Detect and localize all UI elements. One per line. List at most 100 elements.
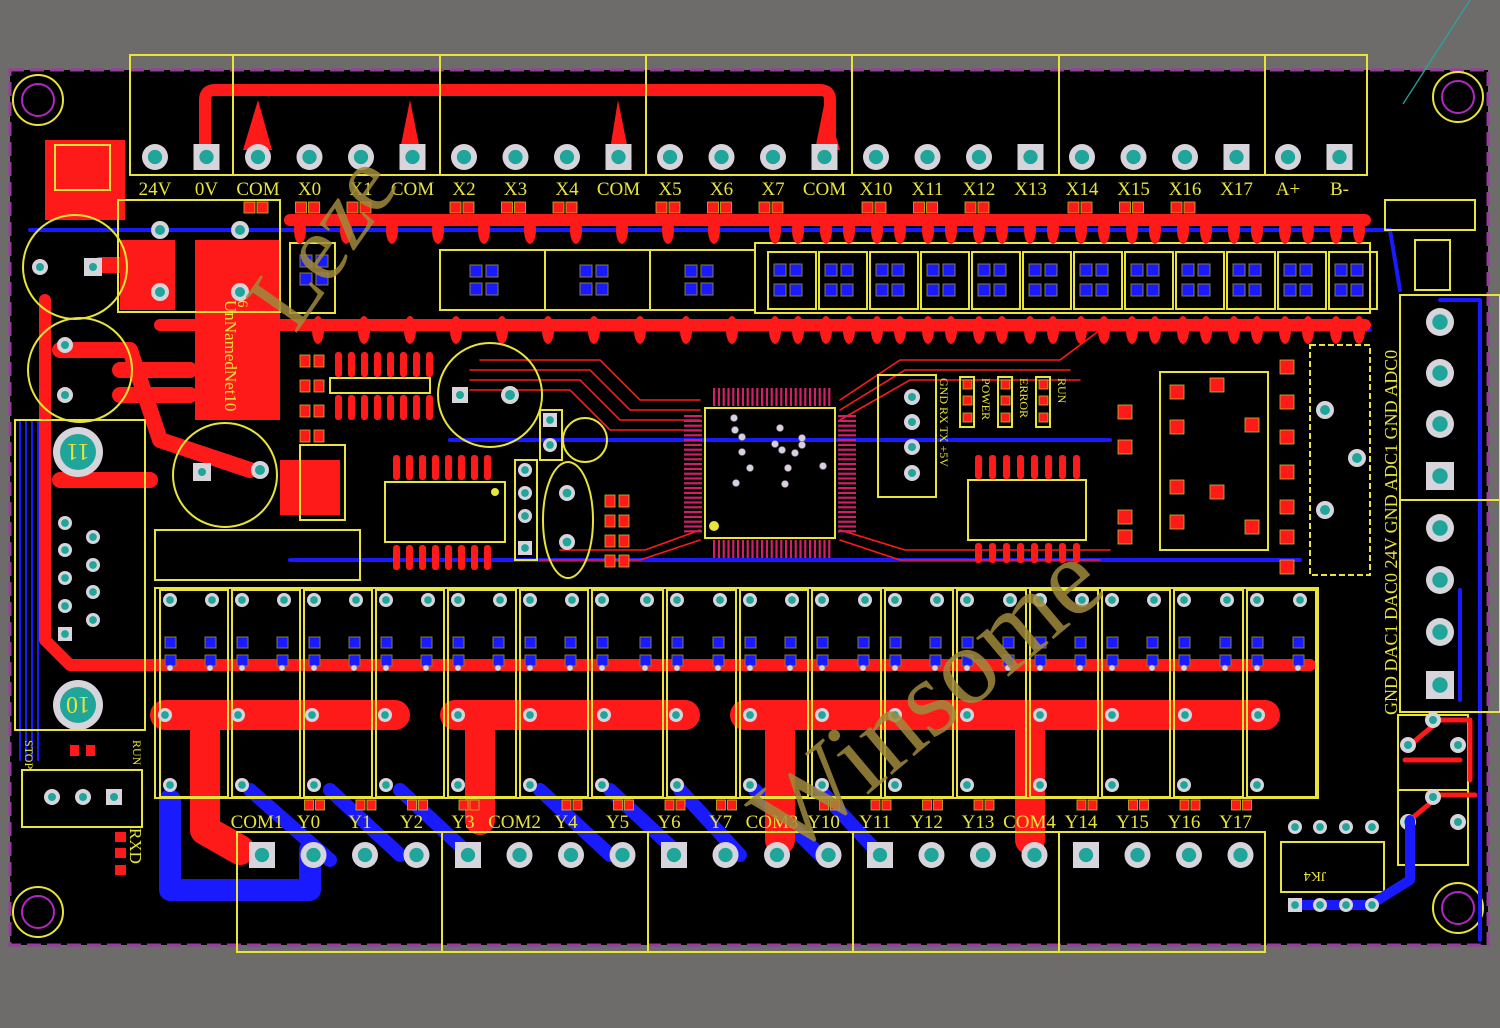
terminal-pad-icon <box>1017 144 1044 170</box>
db9-pin-icon <box>86 585 100 599</box>
top-terminal-label: X4 <box>555 179 579 200</box>
via-pad-icon <box>44 789 60 805</box>
jk4-pin-icon <box>1365 820 1379 834</box>
bottom-terminal-label: Y0 <box>297 812 320 833</box>
pot-pin-icon <box>1348 449 1366 467</box>
relay-pin-icon <box>379 593 393 607</box>
bottom-terminal-label: COM2 <box>488 812 541 833</box>
terminal-pad-icon <box>1426 671 1454 699</box>
via-pad-icon <box>1425 712 1441 728</box>
terminal-pad-icon <box>1426 618 1454 646</box>
relay-pin-icon <box>307 593 321 607</box>
terminal-pad-icon <box>1124 842 1151 868</box>
relay-com-pin-icon <box>1033 708 1047 722</box>
relay-com-pin-icon <box>305 708 319 722</box>
relay-pin-icon <box>523 593 537 607</box>
relay-pin-icon <box>1293 593 1307 607</box>
relay-com-pin-icon <box>231 708 245 722</box>
jk4-label: JK4 <box>1304 868 1327 883</box>
top-terminal-label: X17 <box>1220 179 1253 200</box>
terminal-pad-icon <box>399 144 426 170</box>
jk4-pin-icon <box>1288 820 1302 834</box>
db9-pin-icon <box>86 613 100 627</box>
top-terminal-label: A+ <box>1276 179 1300 200</box>
top-terminal-label: 0V <box>195 179 219 200</box>
pcb-canvas[interactable]: 24V 0V COM X0 X1 COM X2 X3 X4 COM X5 X6 X7 COM X10 X11 X… <box>0 0 1500 1028</box>
relay-com-pin-icon <box>451 708 465 722</box>
db9-mount-bottom: 10 <box>53 680 103 730</box>
header-pin-icon <box>518 541 532 555</box>
terminal-pad-icon <box>708 144 735 170</box>
top-terminal-label: COM <box>803 179 846 200</box>
serial-header-label: GND RX TX +5V <box>937 378 951 467</box>
terminal-pad-icon <box>609 842 636 868</box>
relay-pin-icon <box>235 778 249 792</box>
right-connector-label: GND DAC1 DAC0 24V GND ADC1 GND ADC0 <box>1381 350 1401 715</box>
relay-pin-icon <box>163 778 177 792</box>
via-pad-icon <box>151 221 169 239</box>
terminal-pad-icon <box>142 144 168 170</box>
bottom-terminal-label: Y7 <box>709 812 732 833</box>
terminal-pad-icon <box>193 144 220 170</box>
terminal-pad-icon <box>249 842 275 868</box>
relay-pin-icon <box>277 593 291 607</box>
relay-pin-icon <box>1250 778 1264 792</box>
via-pad-icon <box>57 337 73 353</box>
terminal-pad-icon <box>1227 842 1254 868</box>
via-pad-icon <box>75 789 91 805</box>
relay-pin-icon <box>595 778 609 792</box>
status-led-label: ERROR <box>1017 378 1031 418</box>
via-pad-icon <box>501 386 519 404</box>
via-pad-icon <box>151 283 169 301</box>
relay-pin-icon <box>421 593 435 607</box>
terminal-pad-icon <box>1223 144 1250 170</box>
relay-pin-icon <box>1147 593 1161 607</box>
pot-pin-icon <box>1316 401 1334 419</box>
header-pin-icon <box>543 413 557 427</box>
top-terminal-label: X6 <box>710 179 733 200</box>
terminal-pad-icon <box>760 144 786 170</box>
terminal-pad-icon <box>1426 359 1454 387</box>
via-pad-icon <box>1425 789 1441 805</box>
relay-com-pin-icon <box>523 708 537 722</box>
relay-pin-icon <box>640 593 654 607</box>
relay-pin-icon <box>815 593 829 607</box>
terminal-pad-icon <box>1426 410 1454 438</box>
terminal-pad-icon <box>1275 144 1301 170</box>
relay-pin-icon <box>235 593 249 607</box>
relay-pin-icon <box>1220 593 1234 607</box>
terminal-pad-icon <box>506 842 533 868</box>
top-terminal-label: X3 <box>504 179 527 200</box>
db9-pin-icon <box>86 530 100 544</box>
top-terminal-label: X2 <box>452 179 475 200</box>
terminal-pad-icon <box>867 842 893 868</box>
relay-com-pin-icon <box>743 708 757 722</box>
bottom-terminal-label: Y1 <box>348 812 371 833</box>
terminal-pad-icon <box>1176 842 1202 868</box>
via-pad-icon <box>904 439 920 455</box>
terminal-pad-icon <box>455 842 481 868</box>
relay-pin-icon <box>379 778 393 792</box>
db9-pin-icon <box>58 516 72 530</box>
top-terminal-label: X10 <box>860 179 893 200</box>
relay-pin-icon <box>1033 778 1047 792</box>
terminal-pad-icon <box>352 842 378 868</box>
jk4-pin-icon <box>1313 820 1327 834</box>
db9-pin-icon <box>58 571 72 585</box>
relay-pin-icon <box>858 593 872 607</box>
relay-pin-icon <box>595 593 609 607</box>
terminal-pad-icon <box>1326 144 1353 170</box>
terminal-pad-icon <box>712 842 739 868</box>
terminal-pad-icon <box>863 144 889 170</box>
terminal-pad-icon <box>403 842 430 868</box>
top-terminal-label: X11 <box>911 179 943 200</box>
bottom-terminal-label: Y4 <box>554 812 578 833</box>
header-pin-icon <box>518 509 532 523</box>
relay-pin-icon <box>1250 593 1264 607</box>
power-net-label: UnNamedNet10 <box>221 300 240 411</box>
relay-pin-icon <box>888 593 902 607</box>
terminal-pad-icon <box>558 842 584 868</box>
relay-pin-icon <box>565 593 579 607</box>
relay-com-pin-icon <box>1178 708 1192 722</box>
terminal-pad-icon <box>661 842 687 868</box>
